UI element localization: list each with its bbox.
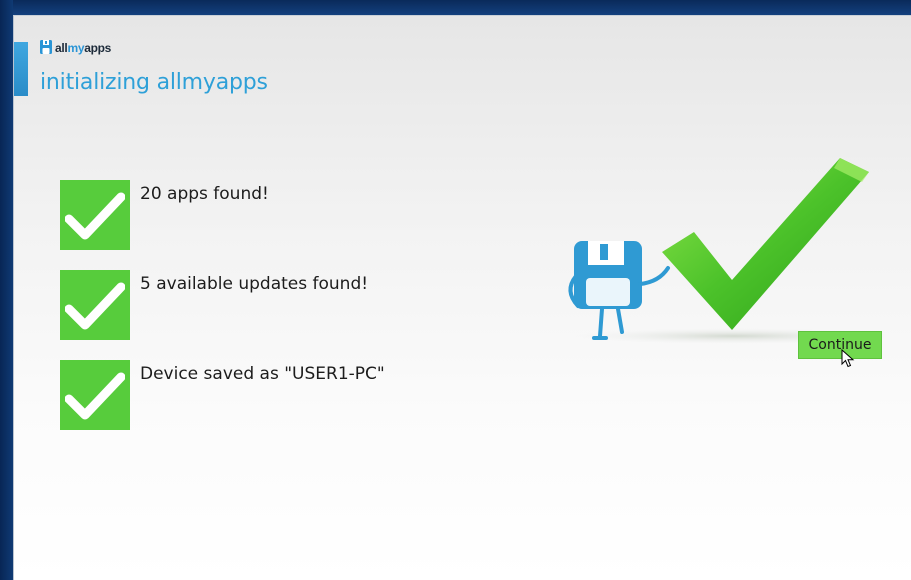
continue-button[interactable]: Continue: [798, 331, 882, 359]
result-item-updates-found: 5 available updates found!: [60, 270, 385, 340]
header-accent-bar: [14, 42, 28, 96]
result-label: Device saved as "USER1-PC": [140, 364, 385, 384]
result-item-device-saved: Device saved as "USER1-PC": [60, 360, 385, 430]
page-title: initializing allmyapps: [40, 70, 268, 95]
result-label: 5 available updates found!: [140, 274, 369, 294]
results-list: 20 apps found! 5 available updates found…: [60, 180, 385, 450]
brand-wordmark: allmyapps: [55, 41, 111, 55]
checkmark-icon: [60, 180, 130, 250]
result-label: 20 apps found!: [140, 184, 269, 204]
brand-my: my: [67, 41, 85, 55]
brand-all: all: [55, 41, 68, 55]
mouse-cursor-icon: [841, 348, 855, 373]
desktop-frame-top: [0, 0, 911, 15]
desktop-frame-left: [0, 0, 13, 580]
checkmark-icon: [60, 270, 130, 340]
result-item-apps-found: 20 apps found!: [60, 180, 385, 250]
checkmark-icon: [60, 360, 130, 430]
floppy-logo-icon: [40, 39, 52, 58]
brand-logo: allmyapps: [40, 39, 111, 58]
brand-apps: apps: [84, 41, 112, 55]
installer-window: allmyapps initializing allmyapps 20 apps…: [13, 15, 911, 580]
